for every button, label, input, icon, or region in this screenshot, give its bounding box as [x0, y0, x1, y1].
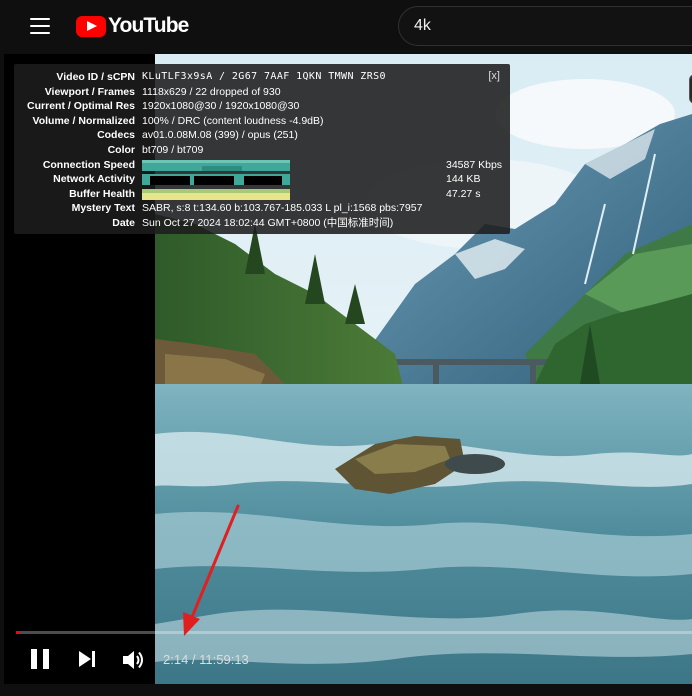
stats-row-mystery-text: Mystery Text SABR, s:8 t:134.60 b:103.76…: [14, 201, 510, 216]
stats-row-volume: Volume / Normalized 100% / DRC (content …: [14, 114, 510, 129]
time-display: 2:14 / 11:59:13: [163, 652, 249, 667]
stats-label: Connection Speed: [42, 158, 135, 171]
stats-label: Codecs: [97, 129, 135, 142]
stats-row-resolution: Current / Optimal Res 1920x1080@30 / 192…: [14, 99, 510, 114]
stats-row-codecs: Codecs av01.0.08M.08 (399) / opus (251): [14, 128, 510, 143]
stats-label: Color: [107, 143, 135, 156]
volume-icon: [123, 651, 143, 669]
progress-bar[interactable]: [16, 631, 692, 634]
stats-row-buffer-health: Buffer Health 47.27 s: [14, 187, 510, 202]
stats-label: Current / Optimal Res: [27, 100, 135, 113]
next-icon: [79, 651, 95, 667]
masthead: YouTube: [0, 0, 692, 52]
connection-speed-graph: [142, 159, 290, 171]
stats-label: Network Activity: [53, 173, 135, 186]
video-player[interactable]: [x] Video ID / sCPN KLuTLF3x9sA / 2G67 7…: [4, 54, 692, 684]
volume-button[interactable]: [122, 649, 146, 671]
stats-label: Date: [112, 216, 135, 229]
youtube-play-logo-icon: [76, 15, 106, 37]
stats-value: 1118x629 / 22 dropped of 930: [142, 85, 281, 98]
stats-row-date: Date Sun Oct 27 2024 18:02:44 GMT+0800 (…: [14, 216, 510, 231]
player-controls: 2:14 / 11:59:13: [4, 638, 692, 684]
stats-row-color: Color bt709 / bt709: [14, 143, 510, 158]
search-input[interactable]: [414, 17, 674, 35]
stats-label: Viewport / Frames: [44, 85, 135, 98]
stats-value: 144 KB: [446, 173, 481, 186]
stats-value: 1920x1080@30 / 1920x1080@30: [142, 100, 300, 113]
stats-label: Mystery Text: [71, 202, 135, 215]
next-button[interactable]: [77, 650, 97, 668]
search-box[interactable]: [398, 6, 692, 46]
stats-row-viewport: Viewport / Frames 1118x629 / 22 dropped …: [14, 85, 510, 100]
stats-label: Buffer Health: [69, 187, 135, 200]
stats-value: 100% / DRC (content loudness -4.9dB): [142, 114, 324, 127]
stats-value: Sun Oct 27 2024 18:02:44 GMT+0800 (中国标准时…: [142, 216, 394, 229]
stats-value: 34587 Kbps: [446, 158, 503, 171]
pause-button[interactable]: [31, 649, 49, 669]
stats-value: KLuTLF3x9sA / 2G67 7AAF 1QKN TMWN ZRS0: [142, 71, 386, 82]
stats-label: Volume / Normalized: [32, 114, 136, 127]
stats-value: bt709 / bt709: [142, 143, 204, 156]
stats-row-connection-speed: Connection Speed 34587 Kbps: [14, 158, 510, 173]
stats-for-nerds-panel: [x] Video ID / sCPN KLuTLF3x9sA / 2G67 7…: [14, 64, 510, 234]
stats-row-video-id: Video ID / sCPN KLuTLF3x9sA / 2G67 7AAF …: [14, 70, 510, 85]
stats-row-network-activity: Network Activity 144 KB: [14, 172, 510, 187]
youtube-logo[interactable]: YouTube: [76, 14, 189, 38]
stats-value: av01.0.08M.08 (399) / opus (251): [142, 129, 298, 142]
progress-played: [16, 631, 20, 634]
menu-icon[interactable]: [26, 13, 54, 39]
stats-value: SABR, s:8 t:134.60 b:103.767-185.033 L p…: [142, 202, 423, 215]
stats-value: 47.27 s: [446, 187, 481, 200]
youtube-page: YouTube 4k [x] Video ID / sCPN KLuTLF3x9…: [0, 0, 692, 696]
network-activity-graph: [142, 174, 290, 186]
buffer-health-graph: [142, 188, 290, 200]
stats-label: Video ID / sCPN: [56, 71, 135, 83]
logo-text: YouTube: [108, 14, 189, 37]
